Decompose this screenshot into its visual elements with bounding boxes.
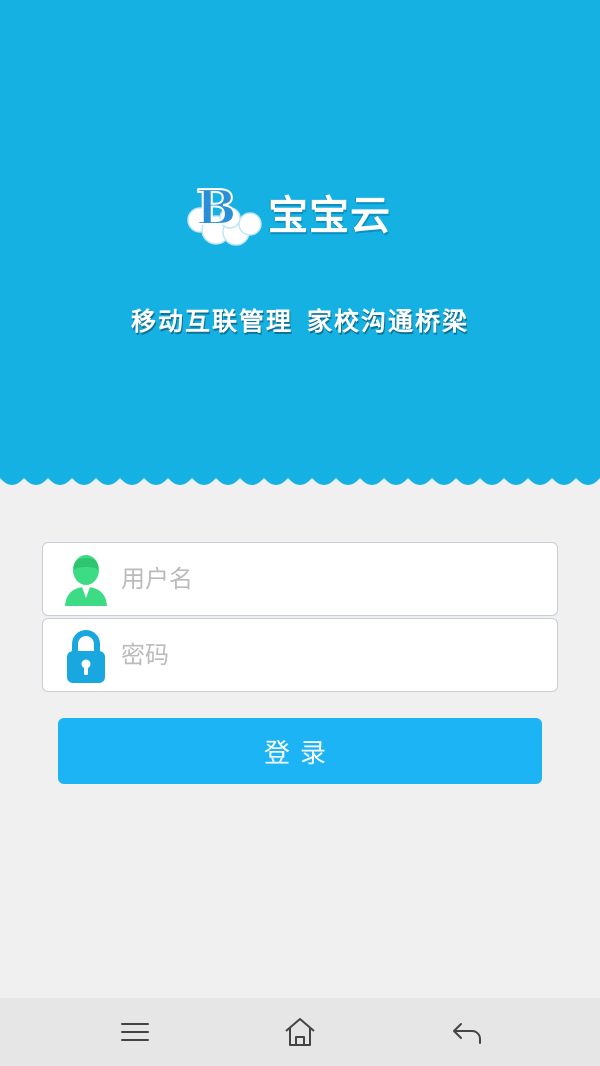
username-field[interactable]: [42, 542, 558, 616]
app-name: 宝宝云: [268, 193, 391, 239]
login-button[interactable]: 登录: [58, 718, 542, 784]
back-icon[interactable]: [450, 1016, 484, 1048]
app-logo: B 宝宝云: [186, 178, 416, 250]
password-field[interactable]: [42, 618, 558, 692]
header-banner: B 宝宝云 移动互联管理 家校沟通桥梁: [0, 0, 600, 478]
login-screen: B 宝宝云 移动互联管理家校沟通桥梁 登录: [0, 0, 600, 1066]
slogan: 移动互联管理 家校沟通桥梁: [0, 302, 600, 338]
system-nav-bar: [0, 998, 600, 1066]
slogan-right: 家校沟通桥梁: [307, 307, 470, 336]
user-icon: [65, 555, 107, 606]
logo-cloud-icon: B: [187, 179, 262, 246]
lock-icon: [67, 630, 105, 683]
svg-text:B: B: [196, 180, 237, 236]
home-icon[interactable]: [283, 1016, 317, 1048]
slogan-left: 移动互联管理: [130, 307, 293, 336]
username-input[interactable]: [121, 543, 541, 615]
password-input[interactable]: [121, 619, 541, 691]
header-wave-edge: [0, 470, 600, 485]
menu-icon[interactable]: [118, 1016, 152, 1048]
